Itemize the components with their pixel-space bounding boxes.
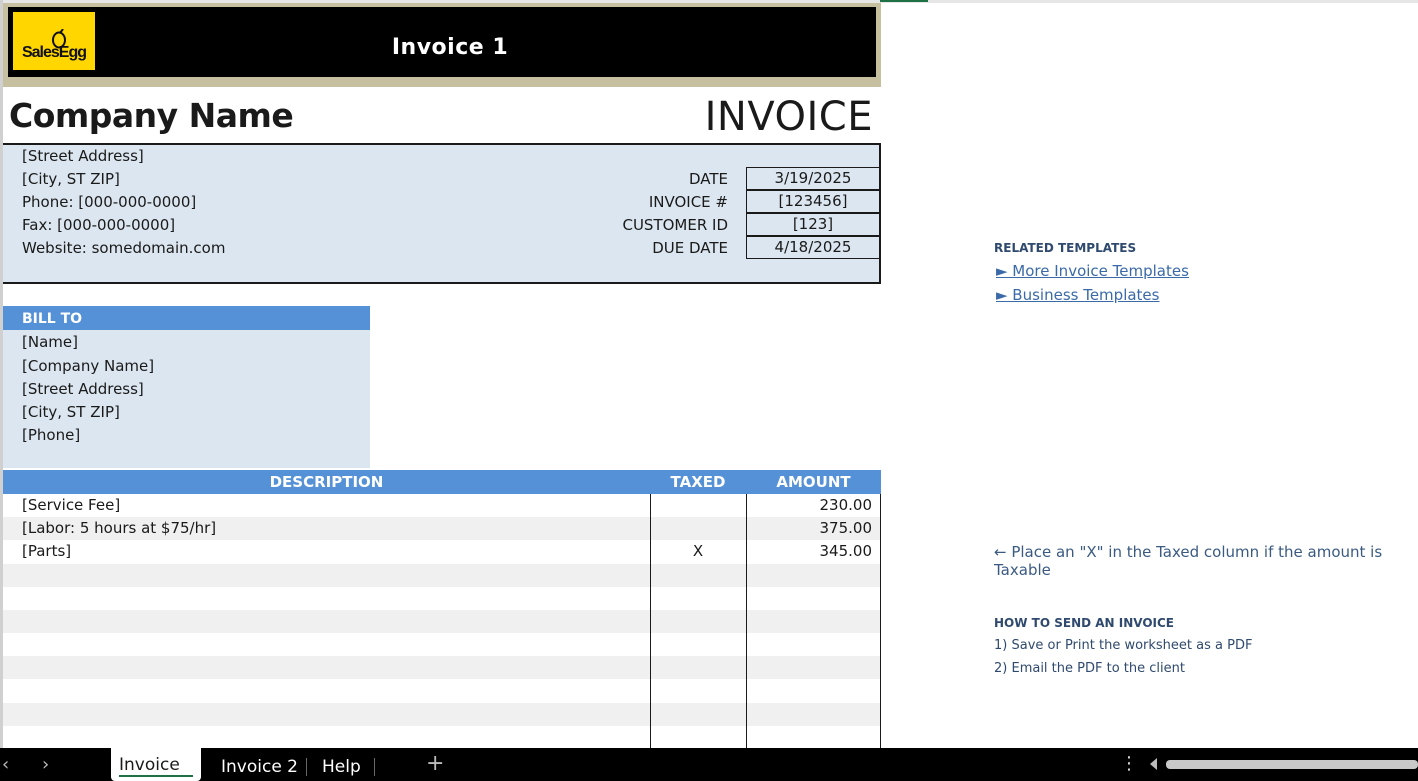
bill-to-header: BILL TO	[3, 306, 370, 330]
active-tab-underline	[119, 775, 193, 777]
table-row: [Parts] X 345.00	[3, 540, 881, 563]
table-row: [Labor: 5 hours at $75/hr] 375.00	[3, 517, 881, 541]
invoice-banner: Invoice 1	[8, 7, 876, 77]
invoice-heading: INVOICE	[704, 94, 873, 140]
tab-separator	[374, 758, 375, 776]
table-row	[3, 680, 881, 703]
invoice-number-value[interactable]: [123456]	[746, 190, 880, 213]
amount-cell[interactable]: 375.00	[746, 517, 873, 540]
bill-to-street[interactable]: [Street Address]	[22, 380, 144, 398]
banner-title: Invoice 1	[391, 35, 509, 60]
more-invoice-templates-link[interactable]: ► More Invoice Templates	[996, 262, 1189, 280]
date-value[interactable]: 3/19/2025	[746, 167, 880, 190]
tab-invoice-1[interactable]: Invoice 1	[111, 748, 201, 781]
city-state-zip[interactable]: [City, ST ZIP]	[22, 170, 120, 188]
tab-help[interactable]: Help	[314, 748, 369, 781]
bill-to-city[interactable]: [City, ST ZIP]	[22, 403, 120, 421]
bill-to-name[interactable]: [Name]	[22, 333, 78, 351]
items-table-header: DESCRIPTION TAXED AMOUNT	[3, 470, 881, 494]
table-row	[3, 702, 881, 726]
customer-id-label: CUSTOMER ID	[622, 216, 728, 234]
bill-to-phone[interactable]: [Phone]	[22, 426, 80, 444]
description-cell[interactable]: [Service Fee]	[22, 494, 120, 517]
amount-cell[interactable]: 345.00	[746, 540, 873, 563]
description-cell[interactable]: [Parts]	[22, 540, 71, 563]
sheet-tab-bar: ‹ › Invoice 1 Invoice 2 Help + ⋮	[0, 748, 1418, 781]
next-sheet-icon[interactable]: ›	[42, 754, 49, 775]
more-options-icon[interactable]: ⋮	[1120, 753, 1138, 774]
table-row	[3, 563, 881, 587]
send-step-2: 2) Email the PDF to the client	[994, 661, 1185, 676]
table-row	[3, 633, 881, 656]
send-step-1: 1) Save or Print the worksheet as a PDF	[994, 638, 1253, 653]
related-templates-header: RELATED TEMPLATES	[994, 241, 1137, 255]
taxed-column-border	[650, 494, 651, 748]
table-right-border	[880, 494, 881, 748]
amount-column-border	[746, 494, 747, 748]
taxed-cell[interactable]: X	[650, 540, 746, 563]
amount-cell[interactable]: 230.00	[746, 494, 873, 517]
table-row	[3, 610, 881, 633]
tab-separator	[306, 758, 307, 776]
website[interactable]: Website: somedomain.com	[22, 239, 225, 257]
bill-to-company[interactable]: [Company Name]	[22, 357, 154, 375]
logo-text: SalesEgg	[21, 44, 87, 61]
add-sheet-icon[interactable]: +	[426, 751, 444, 776]
table-row	[3, 587, 881, 610]
invoice-number-label: INVOICE #	[648, 193, 728, 211]
scroll-left-icon[interactable]	[1150, 758, 1157, 770]
phone[interactable]: Phone: [000-000-0000]	[22, 193, 196, 211]
company-name[interactable]: Company Name	[9, 96, 294, 135]
amount-header: AMOUNT	[776, 473, 851, 491]
description-cell[interactable]: [Labor: 5 hours at $75/hr]	[22, 517, 216, 540]
selected-column-indicator	[880, 0, 928, 2]
taxed-header: TAXED	[670, 473, 726, 491]
due-date-value[interactable]: 4/18/2025	[746, 236, 880, 259]
business-templates-link[interactable]: ► Business Templates	[996, 286, 1159, 304]
description-header: DESCRIPTION	[269, 473, 384, 491]
table-row	[3, 726, 881, 749]
tab-invoice-1-label: Invoice 1	[119, 755, 180, 775]
prev-sheet-icon[interactable]: ‹	[2, 754, 9, 775]
due-date-label: DUE DATE	[652, 239, 728, 257]
salesegg-logo[interactable]: SalesEgg	[13, 12, 95, 70]
tab-invoice-2[interactable]: Invoice 2	[213, 748, 306, 781]
items-table-body: [Service Fee] 230.00 [Labor: 5 hours at $7…	[3, 494, 881, 748]
horizontal-scrollbar[interactable]	[1166, 760, 1418, 769]
how-to-send-header: HOW TO SEND AN INVOICE	[994, 616, 1175, 630]
taxed-column-hint: ← Place an "X" in the Taxed column if th…	[994, 543, 1383, 579]
street-address[interactable]: [Street Address]	[22, 147, 144, 165]
customer-id-value[interactable]: [123]	[746, 213, 880, 236]
table-row: [Service Fee] 230.00	[3, 494, 881, 517]
date-label: DATE	[688, 170, 728, 188]
table-row	[3, 656, 881, 680]
fax[interactable]: Fax: [000-000-0000]	[22, 216, 175, 234]
